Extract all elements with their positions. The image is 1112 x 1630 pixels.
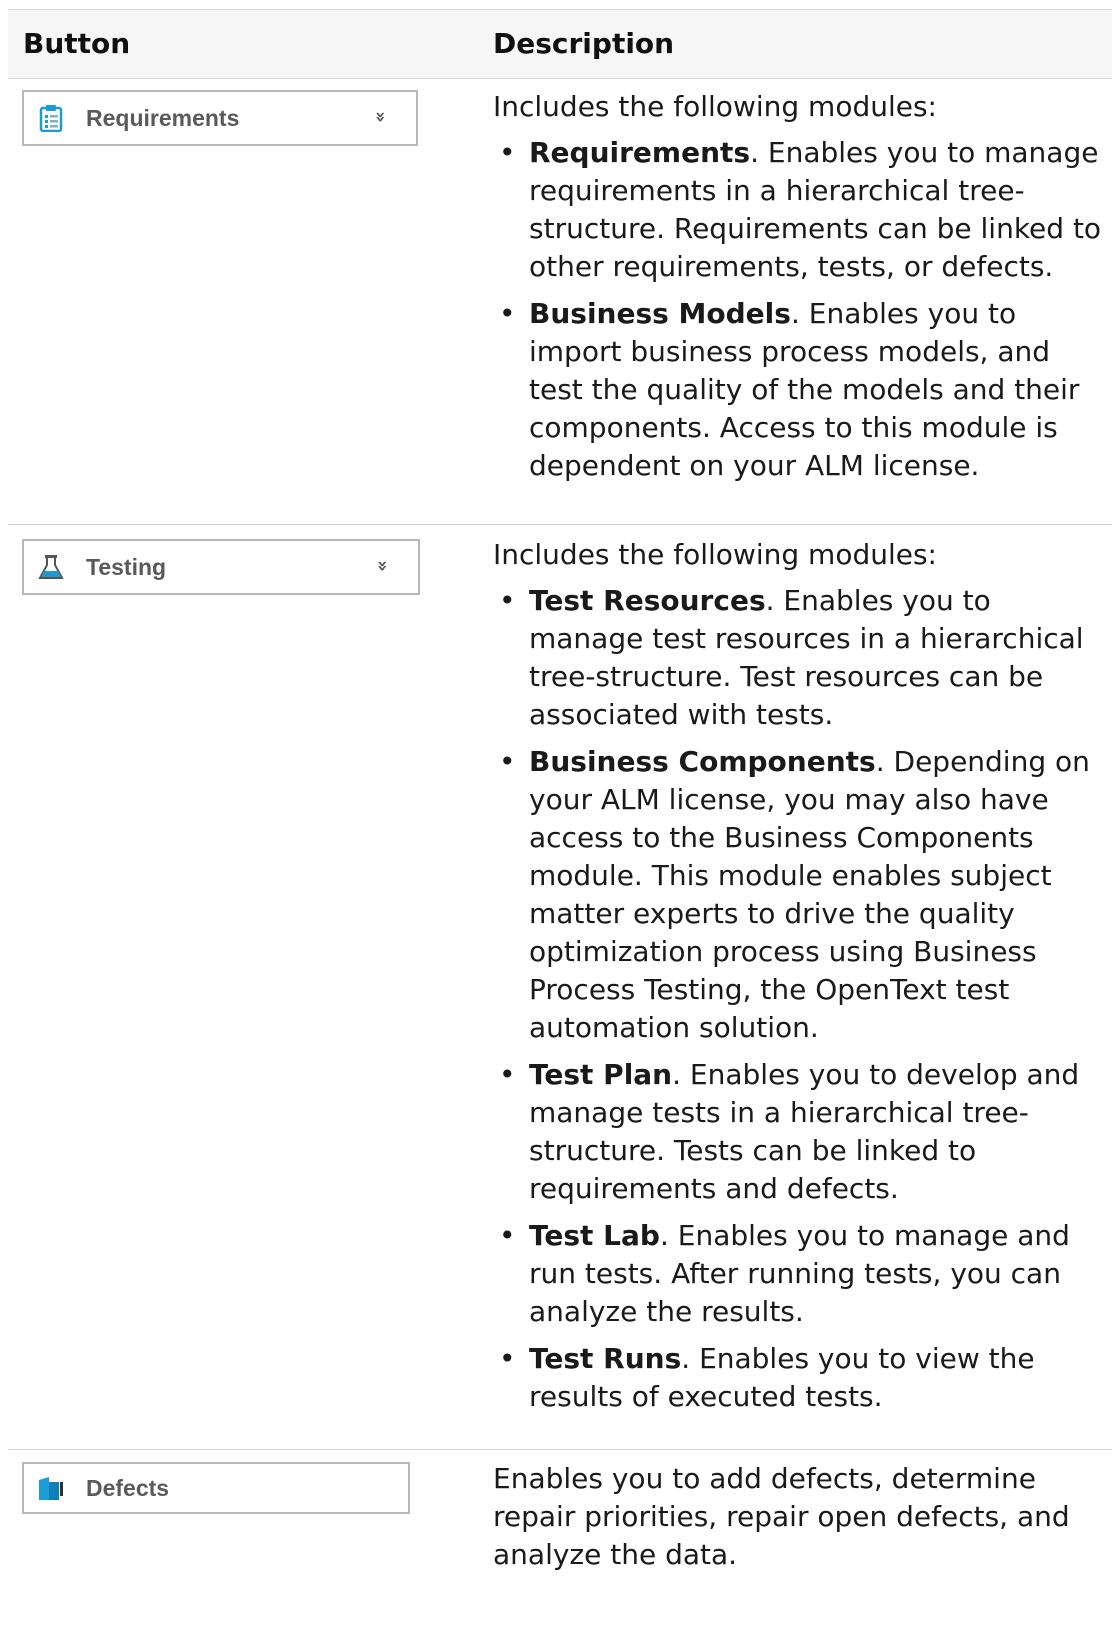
header-button: Button — [23, 27, 131, 60]
list-item: Test Lab. Enables you to manage and run … — [499, 1217, 1108, 1331]
chevron-down-icon: » — [372, 560, 394, 572]
defects-intro: Enables you to add defects, determine re… — [493, 1462, 1070, 1571]
defects-button[interactable]: Defects — [22, 1462, 410, 1514]
item-name: Requirements — [529, 136, 751, 169]
requirements-icon — [37, 104, 65, 133]
header-description: Description — [493, 27, 675, 60]
item-name: Test Plan — [529, 1058, 673, 1091]
item-name: Test Runs — [529, 1342, 682, 1375]
list-item: Test Plan. Enables you to develop and ma… — [499, 1056, 1108, 1208]
requirements-button-label: Requirements — [86, 105, 240, 131]
table-row-defects: Defects Enables you to add defects, dete… — [8, 1449, 1112, 1630]
item-name: Test Lab — [529, 1219, 660, 1252]
item-name: Business Models — [529, 297, 791, 330]
item-name: Test Resources — [529, 584, 766, 617]
defects-description: Enables you to add defects, determine re… — [493, 1460, 1108, 1574]
table-header: Button Description — [8, 9, 1112, 79]
requirements-button[interactable]: Requirements » — [22, 90, 418, 146]
testing-button[interactable]: Testing » — [22, 539, 420, 595]
list-item: Business Components. Depending on your A… — [499, 743, 1108, 1047]
defects-button-label: Defects — [86, 1475, 170, 1501]
list-item: Test Runs. Enables you to view the resul… — [499, 1340, 1108, 1416]
testing-description: Includes the following modules: Test Res… — [493, 536, 1108, 1425]
testing-module-list: Test Resources. Enables you to manage te… — [493, 582, 1108, 1416]
item-text: . Depending on your ALM license, you may… — [529, 745, 1090, 1044]
requirements-module-list: Requirements. Enables you to manage requ… — [493, 134, 1108, 485]
testing-flask-icon — [37, 553, 65, 581]
list-item: Business Models. Enables you to import b… — [499, 295, 1108, 485]
requirements-description: Includes the following modules: Requirem… — [493, 88, 1108, 494]
list-item: Requirements. Enables you to manage requ… — [499, 134, 1108, 286]
table-row-testing: Testing » Includes the following modules… — [8, 524, 1112, 1450]
testing-button-label: Testing — [86, 554, 167, 580]
testing-intro: Includes the following modules: — [493, 538, 937, 571]
item-name: Business Components — [529, 745, 876, 778]
table-row-requirements: Requirements » Includes the following mo… — [8, 77, 1112, 524]
list-item: Test Resources. Enables you to manage te… — [499, 582, 1108, 734]
requirements-intro: Includes the following modules: — [493, 90, 937, 123]
chevron-down-icon: » — [370, 111, 392, 123]
defects-icon — [37, 1474, 65, 1502]
